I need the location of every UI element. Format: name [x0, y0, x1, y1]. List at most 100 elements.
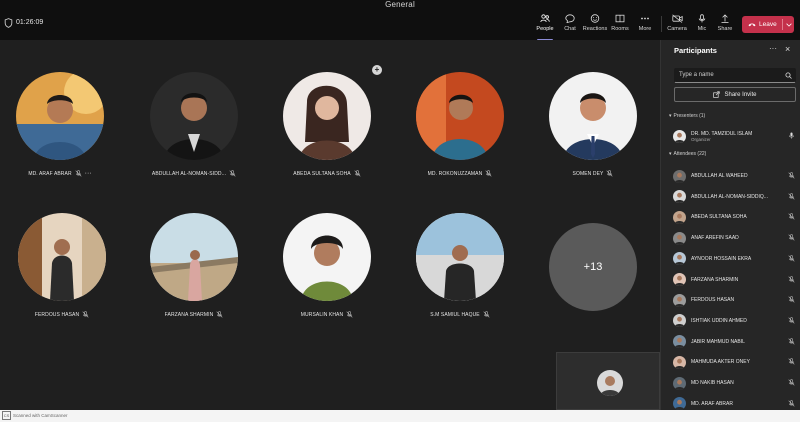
add-icon[interactable]: + [372, 65, 382, 75]
share-icon [721, 14, 729, 23]
attendee-row[interactable]: ANAF AREFIN SAAD [673, 228, 799, 248]
participant-photo [416, 213, 504, 301]
participant-role: Organizer [691, 136, 711, 142]
reactions-label: Reactions [582, 26, 608, 32]
participant-name: ABDULLAH AL-NOMAN-SIDDIQ... [691, 193, 768, 200]
participant-photo [416, 72, 504, 160]
participant-name: MD. ROKONUZZAMAN [427, 170, 483, 177]
presenter-row[interactable]: DR. MD. TAMZIDUL ISLAM Organizer [673, 124, 799, 148]
participant-more-button[interactable]: ··· [85, 170, 92, 177]
participant-name: FARZANA SHARMIN [164, 311, 214, 318]
close-icon[interactable]: × [785, 44, 790, 54]
participant-avatar [673, 355, 686, 369]
toolbar-divider [661, 16, 662, 32]
people-label: People [536, 26, 554, 32]
attendee-row[interactable]: ABDULLAH AL WAHEED [673, 166, 799, 186]
reactions-button[interactable]: Reactions [582, 14, 608, 32]
chat-button[interactable]: Chat [557, 14, 583, 32]
mic-off-icon [788, 296, 795, 303]
attendee-row[interactable]: MD NAKIB HASAN [673, 373, 799, 393]
attendee-row[interactable]: FERDOUS HASAN [673, 290, 799, 310]
share-button[interactable]: Share [712, 14, 738, 32]
attendee-row[interactable]: JABIR MAHMUD NABIL [673, 332, 799, 352]
presenters-section-header[interactable]: ▾ Presenters (1) [669, 113, 705, 119]
participant-name: ANAF AREFIN SAAD [691, 235, 739, 242]
attendee-row[interactable]: ABEDA SULTANA SOHA [673, 207, 799, 227]
mic-off-icon [485, 170, 492, 177]
leave-label: Leave [759, 21, 777, 28]
participant-name: MD. ARAF ABRAR [28, 170, 72, 177]
share-label: Share [717, 26, 733, 32]
camera-button[interactable]: Camera [664, 14, 690, 32]
mic-off-icon [346, 311, 353, 318]
panel-title: Participants [674, 46, 717, 55]
participant-name: JABIR MAHMUD NABIL [691, 338, 745, 345]
people-button[interactable]: People [532, 14, 558, 41]
share-invite-button[interactable]: Share Invite [674, 87, 796, 102]
mic-label: Mic [697, 26, 707, 32]
self-video-preview [556, 352, 660, 410]
camscanner-logo: CS [2, 411, 11, 420]
mic-off-icon [788, 192, 795, 200]
leave-button[interactable]: Leave [742, 16, 794, 33]
participant-tile[interactable]: MD. ARAF ABRAR ··· [0, 72, 125, 177]
participant-avatar [673, 397, 686, 411]
participant-name: FERDOUS HASAN [691, 297, 735, 304]
mic-icon [698, 14, 706, 23]
share-link-icon [713, 91, 721, 98]
phone-hangup-icon [748, 23, 756, 27]
camera-label: Camera [667, 26, 687, 32]
participant-tile[interactable]: ABEDA SULTANA SOHA [262, 72, 392, 177]
attendee-row[interactable]: ISHTIAK UDDIN AHMED [673, 311, 799, 331]
mic-off-icon [788, 255, 795, 262]
participant-avatar [673, 231, 686, 245]
attendee-row[interactable]: FARZANA SHARMIN [673, 270, 799, 290]
participant-name: ISHTIAK UDDIN AHMED [691, 317, 747, 324]
participant-name: ABDULLAH AL WAHEED [691, 173, 748, 179]
participant-photo [549, 72, 637, 160]
mic-off-icon [788, 172, 795, 179]
window-title: General [385, 0, 415, 9]
participant-tile[interactable]: S.M SAMIUL HAQUE [395, 213, 525, 318]
participant-photo [283, 213, 371, 301]
participant-name: MAHMUDA AKTER ONEY [691, 359, 750, 366]
scanner-text: Scanned with CamScanner [13, 413, 68, 418]
chat-icon [565, 14, 575, 23]
more-icon [641, 17, 649, 20]
search-input[interactable]: Type a name [674, 68, 796, 83]
participant-avatar [673, 376, 686, 390]
participant-tile[interactable]: MD. ROKONUZZAMAN [395, 72, 525, 177]
mic-off-icon [229, 170, 236, 177]
participant-tile[interactable]: ABDULLAH AL-NOMAN-SIDD... [129, 72, 259, 177]
participant-tile[interactable]: FERDOUS HASAN [0, 213, 127, 318]
participant-tile[interactable]: SOMEN DEY [528, 72, 658, 177]
attendee-row[interactable]: ABDULLAH AL-NOMAN-SIDDIQ... [673, 187, 799, 207]
more-button[interactable]: More [632, 14, 658, 32]
overflow-participants-button[interactable]: +13 [549, 223, 637, 311]
participants-panel: Participants ··· × Type a name Share Inv… [660, 40, 800, 411]
chevron-down-icon [785, 22, 792, 27]
participant-photo [18, 213, 106, 301]
self-avatar [597, 370, 623, 396]
attendee-row[interactable]: MAHMUDA AKTER ONEY [673, 352, 799, 372]
participant-photo [150, 72, 238, 160]
search-icon [785, 72, 792, 79]
participant-name: MD. ARAF ABRAR [691, 400, 733, 407]
attendees-section-header[interactable]: ▾ Attendees (22) [669, 151, 706, 157]
panel-more-button[interactable]: ··· [769, 44, 777, 53]
participant-name: S.M SAMIUL HAQUE [430, 311, 480, 318]
scanner-footer: CS Scanned with CamScanner [0, 410, 800, 422]
rooms-button[interactable]: Rooms [607, 14, 633, 32]
participant-avatar [673, 190, 686, 204]
video-stage: MD. ARAF ABRAR ··· ABDULLAH AL-NOMAN-SID… [0, 40, 660, 410]
participant-tile[interactable]: MURSALIN KHAN [262, 213, 392, 318]
mic-off-icon [788, 399, 795, 407]
mic-off-icon [788, 213, 795, 220]
search-placeholder: Type a name [679, 72, 714, 78]
participant-tile[interactable]: FARZANA SHARMIN [129, 213, 259, 318]
meeting-toolbar: General 01:26:09 People Chat Reactions R… [0, 0, 800, 41]
attendee-row[interactable]: AYNOOR HOSSAIN EKRA [673, 249, 799, 269]
more-label: More [638, 26, 652, 32]
leave-options-button[interactable] [783, 22, 794, 27]
participant-name: MD NAKIB HASAN [691, 380, 734, 386]
